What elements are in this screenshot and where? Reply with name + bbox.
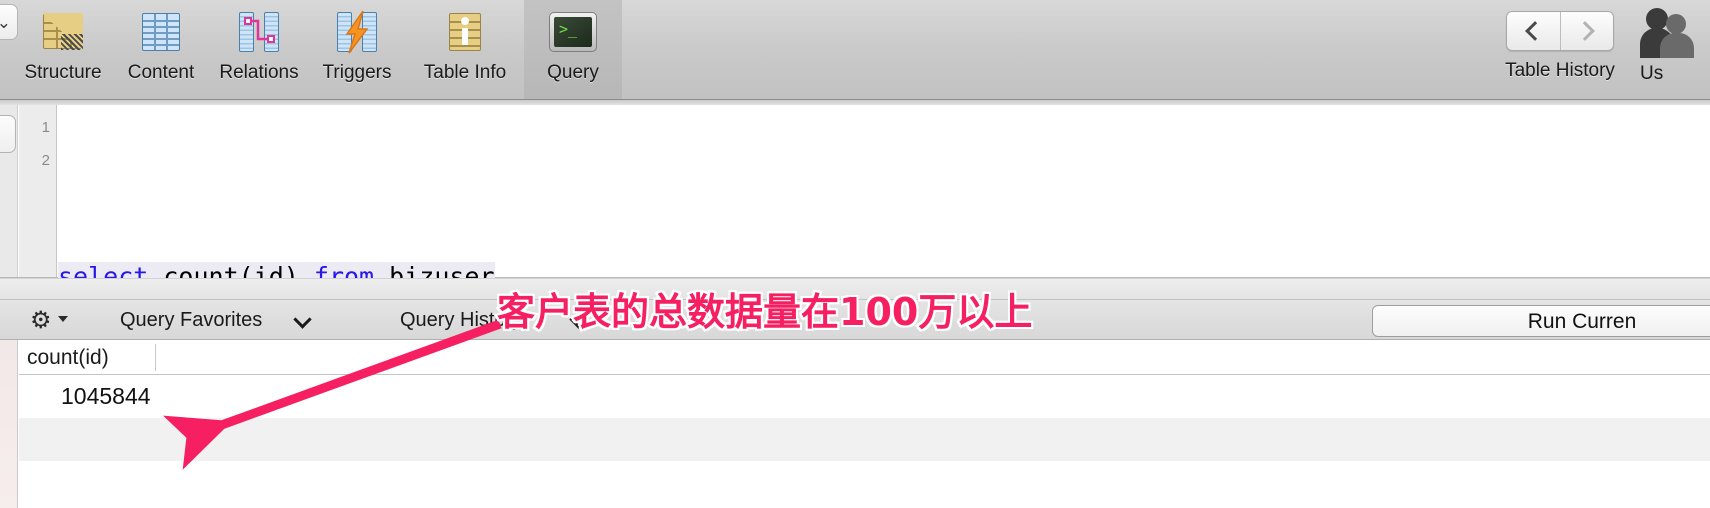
toolbar-tab-label: Relations — [219, 62, 299, 83]
triggers-icon — [333, 8, 381, 56]
cell-count-id-value[interactable]: 1045844 — [61, 375, 261, 418]
table-history-back-button[interactable] — [1507, 12, 1560, 50]
query-terminal-icon: >_ — [549, 8, 597, 56]
gear-icon[interactable]: ⚙ — [30, 308, 56, 334]
toolbar-right-group: Table History Us — [1480, 0, 1710, 99]
toolbar-tab-structure[interactable]: Structure — [14, 0, 112, 99]
relations-icon — [235, 8, 283, 56]
editor-line-number-gutter: 1 2 — [19, 105, 57, 277]
toolbar-tab-triggers[interactable]: Triggers — [308, 0, 406, 99]
sql-editor-panel: 1 2 select count(id) from bizuser — [0, 100, 1710, 291]
table-history-control: Table History — [1480, 0, 1640, 99]
results-left-rail — [0, 340, 18, 508]
table-row-empty — [19, 418, 1710, 461]
table-row-empty — [19, 461, 1710, 508]
sidebar-toggle-icon: ⌄ — [0, 13, 11, 32]
table-row[interactable]: 1045844 — [19, 375, 1710, 418]
toolbar-tab-query[interactable]: >_ Query — [524, 0, 622, 99]
sequel-pro-window: ⌄ Structure Content Relations Triggers T… — [0, 0, 1710, 508]
chevron-left-icon — [1525, 21, 1546, 41]
toolbar-tab-label: Triggers — [322, 62, 392, 83]
query-results-table: count(id) 1045844 — [0, 340, 1710, 508]
toolbar-tab-relations[interactable]: Relations — [210, 0, 308, 99]
annotation-text: 客户表的总数据量在100万以上 — [495, 288, 1034, 336]
editor-line-1 — [58, 169, 1710, 202]
column-header-count-id[interactable]: count(id) — [19, 340, 155, 375]
toolbar-tabs: Structure Content Relations Triggers Tab… — [14, 0, 622, 99]
table-info-icon — [441, 8, 489, 56]
toolbar-tab-table-info[interactable]: Table Info — [406, 0, 524, 99]
editor-left-rail — [0, 105, 18, 277]
table-history-segmented[interactable] — [1506, 11, 1614, 51]
sql-editor-input[interactable]: select count(id) from bizuser — [58, 105, 1710, 291]
users-icon — [1640, 6, 1700, 58]
results-header-row: count(id) — [19, 340, 1710, 375]
toolbar-tab-label: Query — [547, 62, 599, 83]
chevron-down-icon[interactable] — [293, 310, 312, 329]
editor-rail-button[interactable] — [0, 115, 16, 153]
run-current-button[interactable]: Run Curren — [1372, 305, 1710, 337]
content-table-icon — [137, 8, 185, 56]
toolbar-tab-label: Structure — [24, 62, 102, 83]
line-number: 1 — [41, 119, 50, 136]
table-history-forward-button[interactable] — [1561, 12, 1614, 50]
toolbar-tab-label: Content — [127, 62, 195, 83]
structure-icon — [39, 8, 87, 56]
line-number: 2 — [41, 152, 50, 169]
caret-down-icon[interactable] — [58, 316, 68, 322]
toolbar-users-button[interactable]: Us — [1640, 0, 1710, 99]
table-history-label: Table History — [1505, 60, 1615, 81]
users-label: Us — [1640, 63, 1664, 84]
toolbar-tab-label: Table Info — [423, 62, 507, 83]
main-toolbar: ⌄ Structure Content Relations Triggers T… — [0, 0, 1710, 100]
chevron-right-icon — [1574, 21, 1595, 41]
column-header-blank[interactable] — [156, 340, 556, 375]
toolbar-tab-content[interactable]: Content — [112, 0, 210, 99]
query-favorites-button[interactable]: Query Favorites — [120, 309, 262, 332]
